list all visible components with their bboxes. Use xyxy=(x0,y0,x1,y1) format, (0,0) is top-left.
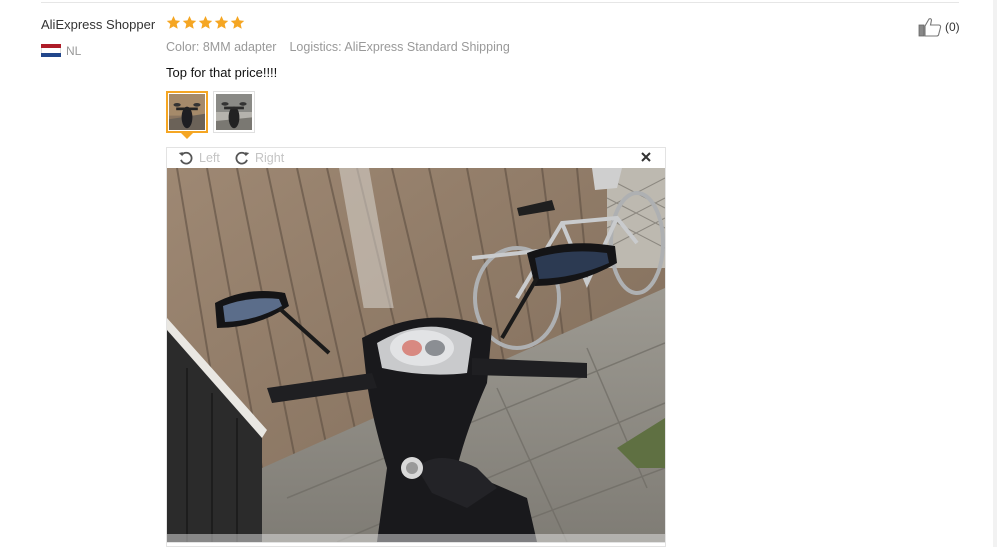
review-meta: Color: 8MM adapter Logistics: AliExpress … xyxy=(166,40,510,54)
rotate-left-button[interactable]: Left xyxy=(177,149,220,167)
star-rating xyxy=(166,15,245,33)
star-icon xyxy=(214,15,229,29)
netherlands-flag-icon xyxy=(41,44,61,57)
review-photo-thumbnail[interactable] xyxy=(213,91,255,133)
star-icon xyxy=(198,15,213,29)
color-label: Color: xyxy=(166,40,200,54)
reviewer-name: AliExpress Shopper xyxy=(41,17,156,32)
reviewer-country: NL xyxy=(66,44,82,58)
close-icon xyxy=(641,152,651,162)
star-icon xyxy=(166,15,181,29)
star-icon xyxy=(230,15,245,29)
rotate-right-label: Right xyxy=(255,151,285,165)
thumbnail-pointer xyxy=(180,132,194,139)
rotate-left-icon xyxy=(178,151,193,165)
helpful-button[interactable]: (0) xyxy=(918,17,960,37)
logistics-label: Logistics: xyxy=(289,40,342,54)
photo-viewer-footer xyxy=(167,542,665,546)
close-viewer-button[interactable] xyxy=(639,150,653,164)
photo-viewer: Left Right xyxy=(166,147,666,547)
star-icon xyxy=(182,15,197,29)
rotate-right-button[interactable]: Right xyxy=(233,149,284,167)
review-text: Top for that price!!!! xyxy=(166,65,278,80)
divider xyxy=(41,2,959,3)
rotate-left-label: Left xyxy=(199,151,220,165)
rotate-right-icon xyxy=(235,151,250,165)
logistics-value: AliExpress Standard Shipping xyxy=(344,40,510,54)
thumbs-up-icon xyxy=(918,18,942,37)
color-value: 8MM adapter xyxy=(202,40,277,54)
helpful-count: (0) xyxy=(945,20,960,34)
review-photo xyxy=(167,168,665,542)
scrollbar-track[interactable] xyxy=(993,0,997,547)
photo-viewer-toolbar: Left Right xyxy=(167,148,665,168)
review-photo-thumbnail[interactable] xyxy=(166,91,208,133)
